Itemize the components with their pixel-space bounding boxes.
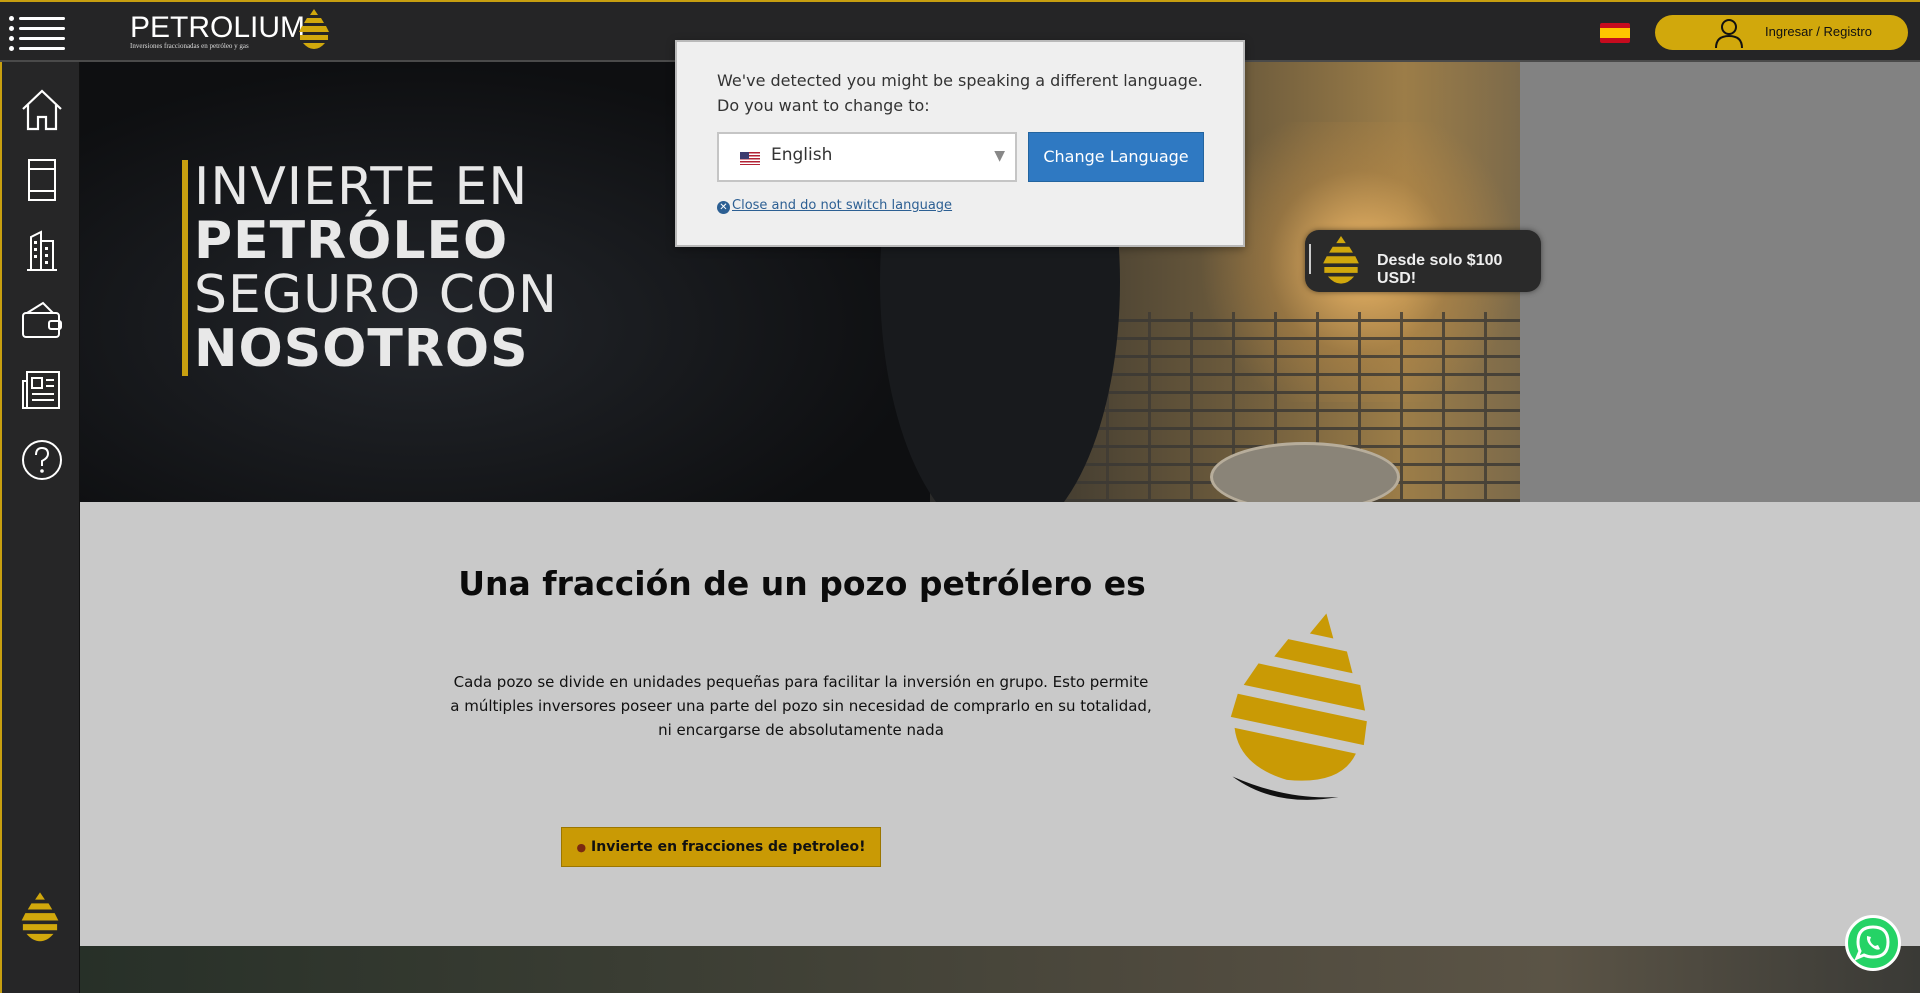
help-icon: [22, 440, 62, 480]
close-no-switch-link[interactable]: ✕ Close and do not switch language: [717, 198, 952, 214]
large-oil-drop-logo-icon: [1230, 613, 1367, 800]
sidebar-nav: [0, 62, 80, 993]
promo-badge[interactable]: Desde solo $100 USD!: [1305, 230, 1541, 292]
sidebar-item-wallet[interactable]: [19, 297, 65, 343]
hero-line-1: INVIERTE EN: [194, 157, 529, 217]
hero-line-4: NOSOTROS: [194, 319, 529, 379]
newspaper-icon: [22, 371, 60, 409]
oil-drop-icon: ●: [576, 841, 587, 854]
sidebar-item-home[interactable]: [19, 87, 65, 133]
close-circle-icon: ✕: [717, 201, 730, 214]
sidebar-item-help[interactable]: [19, 437, 65, 483]
sidebar-item-news[interactable]: [19, 367, 65, 413]
close-link-label: Close and do not switch language: [732, 198, 953, 213]
oil-drop-logo-icon: [299, 9, 329, 49]
section-title: Una fracción de un pozo petrólero es: [458, 564, 1146, 603]
section-body: Cada pozo se divide en unidades pequeñas…: [450, 673, 1152, 739]
selected-language: English: [771, 145, 833, 165]
building-icon: [27, 230, 57, 271]
invest-button-label: Invierte en fracciones de petroleo!: [591, 839, 866, 855]
hero-title: INVIERTE EN PETRÓLEO SEGURO CON NOSOTROS: [182, 160, 558, 376]
sidebar-item-barrel[interactable]: [19, 157, 65, 203]
whatsapp-chat-button[interactable]: [1845, 915, 1901, 971]
next-section-preview: [80, 946, 1920, 993]
petrolium-logo[interactable]: PETROLIUM Inversiones fraccionadas en pe…: [130, 9, 340, 57]
brand-name: PETROLIUM: [130, 11, 306, 44]
hero-line-2: PETRÓLEO: [194, 211, 509, 271]
login-label: Ingresar / Registro: [1765, 24, 1872, 39]
language-detection-modal: We've detected you might be speaking a d…: [675, 40, 1245, 247]
login-register-button[interactable]: Ingresar / Registro: [1655, 15, 1908, 50]
hero-line-3: SEGURO CON: [194, 265, 558, 325]
hamburger-menu-icon[interactable]: [9, 15, 65, 51]
user-icon: [1715, 19, 1743, 49]
oil-drop-logo-icon: [21, 892, 59, 942]
chevron-down-icon: ▼: [994, 148, 1005, 164]
oil-barrel-icon: [28, 159, 56, 201]
fraction-info-section: Una fracción de un pozo petrólero es Cad…: [80, 502, 1920, 946]
whatsapp-icon: [1854, 925, 1890, 961]
hero-side-panel: [1520, 62, 1920, 502]
invest-fractions-button[interactable]: ● Invierte en fracciones de petroleo!: [561, 827, 881, 867]
promo-text: Desde solo $100 USD!: [1377, 252, 1503, 287]
brand-tagline: Inversiones fraccionadas en petróleo y g…: [130, 42, 249, 50]
change-language-button[interactable]: Change Language: [1028, 132, 1204, 182]
language-select[interactable]: English ▼: [717, 132, 1017, 182]
spanish-flag-icon[interactable]: [1600, 23, 1630, 43]
home-icon: [22, 89, 62, 131]
sidebar-item-buildings[interactable]: [19, 227, 65, 273]
us-flag-icon: [740, 152, 760, 165]
modal-message: We've detected you might be speaking a d…: [717, 71, 1203, 115]
oil-drop-logo-icon: [1323, 236, 1359, 284]
wallet-icon: [22, 301, 62, 338]
